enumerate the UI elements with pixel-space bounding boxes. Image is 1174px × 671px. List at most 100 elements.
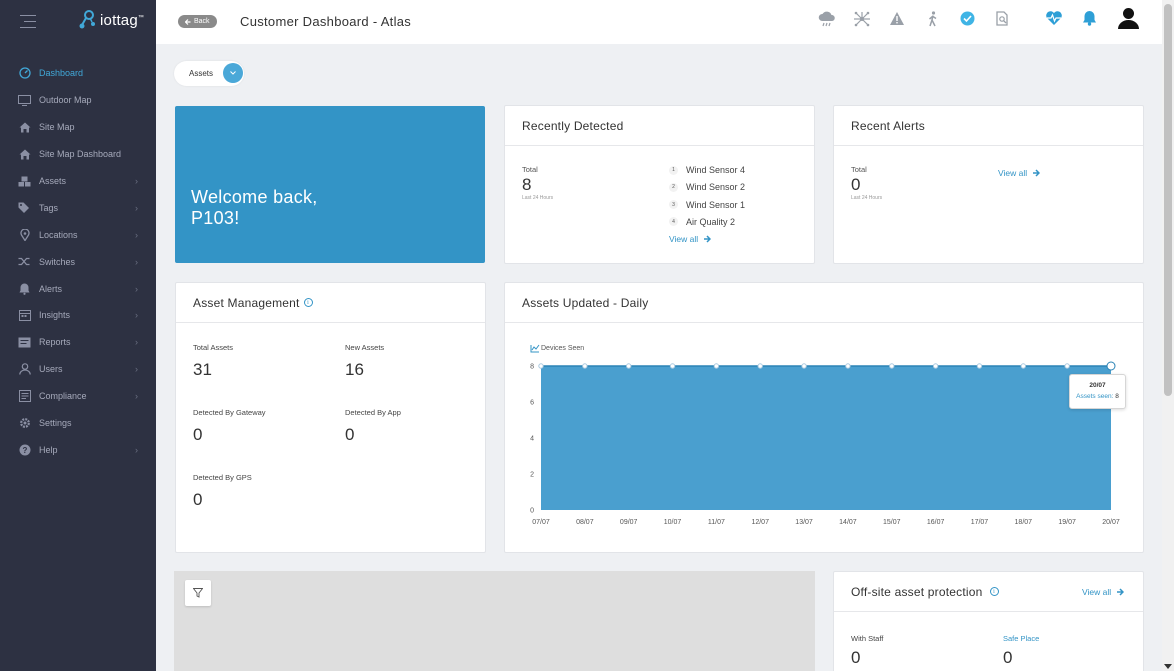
x-tick-label: 16/07: [927, 519, 945, 526]
user-avatar-icon[interactable]: [1117, 7, 1140, 29]
scrollbar-thumb[interactable]: [1164, 4, 1172, 396]
arrow-right-icon: [1033, 169, 1041, 177]
dashboard-icon: [18, 67, 31, 80]
asset-stat-total-assets: Total Assets 31: [193, 343, 233, 380]
x-tick-label: 17/07: [971, 519, 989, 526]
sidebar: iottag™ Dashboard Outdoor Map Site Map Site…: [0, 0, 156, 671]
stat-label: Detected By App: [345, 408, 401, 417]
x-tick-label: 14/07: [839, 519, 857, 526]
report-icon: [18, 336, 31, 349]
sidebar-item-reports[interactable]: Reports ›: [0, 329, 156, 356]
recent-alerts-view-all[interactable]: View all: [998, 168, 1041, 178]
sidebar-item-insights[interactable]: Insights ›: [0, 302, 156, 329]
x-tick-label: 08/07: [576, 519, 594, 526]
site-map-panel[interactable]: [174, 571, 815, 671]
detected-item-name: Wind Sensor 4: [686, 165, 746, 175]
chevron-right-icon: ›: [135, 176, 138, 186]
detected-item[interactable]: 1 Wind Sensor 4: [669, 165, 745, 175]
page-scrollbar[interactable]: [1162, 0, 1174, 671]
menu-toggle-icon[interactable]: [20, 15, 36, 33]
data-point: [1106, 361, 1116, 371]
check-circle-icon[interactable]: [960, 11, 975, 26]
stat-value: 0: [193, 425, 203, 444]
detected-item[interactable]: 2 Wind Sensor 2: [669, 182, 745, 192]
sidebar-item-dashboard[interactable]: Dashboard: [0, 60, 156, 87]
sidebar-item-users[interactable]: Users ›: [0, 356, 156, 383]
warning-icon[interactable]: [889, 11, 905, 26]
legend-label: Devices Seen: [541, 345, 584, 352]
data-point: [625, 363, 632, 369]
sidebar-item-site-map[interactable]: Site Map: [0, 114, 156, 141]
welcome-card: Welcome back, P103!: [175, 106, 485, 263]
network-icon[interactable]: [853, 11, 871, 27]
sidebar-item-settings[interactable]: Settings: [0, 410, 156, 437]
y-tick-label: 8: [530, 364, 534, 371]
asset-stat-new-assets: New Assets 16: [345, 343, 384, 380]
recent-alerts-title: Recent Alerts: [834, 106, 1143, 146]
bell-icon[interactable]: [1082, 10, 1097, 26]
asset-management-header: Asset Management i: [176, 283, 485, 323]
chevron-right-icon: ›: [135, 391, 138, 402]
sidebar-item-locations[interactable]: Locations ›: [0, 221, 156, 248]
offsite-title: Off-site asset protection: [851, 584, 983, 599]
with-staff-label: With Staff: [851, 634, 884, 643]
stat-label: Detected By GPS: [193, 473, 252, 482]
data-point: [538, 363, 544, 369]
heart-pulse-icon[interactable]: [1045, 10, 1063, 26]
safe-place-label[interactable]: Safe Place: [1003, 634, 1039, 643]
back-button[interactable]: Back: [178, 15, 217, 28]
home-icon: [18, 148, 31, 161]
chevron-right-icon: ›: [135, 444, 138, 455]
sidebar-item-label: Switches: [39, 256, 76, 267]
cloud-icon[interactable]: [818, 11, 836, 27]
chevron-right-icon: ›: [135, 202, 138, 213]
assets-updated-chart: Devices Seen 0 2 4 6 8 07/07 08/07 09/07 10/07 11/…: [530, 344, 1120, 526]
stat-value: 0: [345, 425, 355, 444]
data-point: [582, 363, 588, 369]
scroll-down-arrow[interactable]: [1164, 664, 1172, 669]
search-document-icon[interactable]: [996, 11, 1009, 26]
chevron-right-icon: ›: [135, 310, 138, 321]
sidebar-item-site-map-dashboard[interactable]: Site Map Dashboard: [0, 141, 156, 168]
sidebar-item-label: Site Map Dashboard: [39, 149, 122, 160]
chevron-right-icon: ›: [135, 229, 138, 240]
with-staff-value: 0: [851, 648, 861, 667]
document-icon: [18, 390, 31, 403]
back-label: Back: [194, 18, 210, 25]
sidebar-item-compliance[interactable]: Compliance ›: [0, 383, 156, 410]
sidebar-item-outdoor-map[interactable]: Outdoor Map: [0, 87, 156, 114]
y-tick-label: 2: [530, 472, 534, 479]
sidebar-item-switches[interactable]: Switches ›: [0, 248, 156, 275]
sidebar-item-alerts[interactable]: Alerts ›: [0, 275, 156, 302]
walking-person-icon[interactable]: [927, 11, 939, 27]
sidebar-item-tags[interactable]: Tags ›: [0, 194, 156, 221]
info-icon[interactable]: i: [989, 587, 999, 596]
tooltip-value: 8: [1115, 393, 1119, 400]
data-point: [757, 363, 763, 369]
stat-label: Total Assets: [193, 343, 234, 352]
detected-item[interactable]: 4 Air Quality 2: [669, 217, 735, 227]
period-label: Last 24 Hours: [522, 195, 554, 201]
sidebar-item-help[interactable]: ? Help ›: [0, 436, 156, 463]
bell-icon: [18, 282, 31, 295]
users-icon: [18, 363, 31, 376]
sidebar-item-assets[interactable]: Assets ›: [0, 168, 156, 195]
detected-item[interactable]: 3 Wind Sensor 1: [669, 200, 745, 210]
assets-dropdown[interactable]: Assets: [174, 61, 244, 86]
filter-button[interactable]: [185, 580, 211, 606]
y-tick-label: 6: [530, 400, 534, 407]
assets-updated-title: Assets Updated - Daily: [505, 283, 1143, 323]
total-label: Total: [522, 165, 538, 174]
welcome-message: Welcome back, P103!: [191, 187, 318, 229]
data-point: [932, 363, 939, 369]
y-tick-label: 0: [530, 508, 534, 515]
offsite-view-all[interactable]: View all: [1082, 587, 1125, 597]
arrow-right-icon: [1117, 588, 1125, 596]
view-all-label: View all: [669, 234, 699, 244]
info-icon[interactable]: i: [303, 298, 313, 307]
recently-detected-view-all[interactable]: View all: [669, 234, 712, 244]
assets-updated-card: Assets Updated - Daily Devices Seen 0 2 4 6 8…: [504, 282, 1144, 553]
logo[interactable]: iottag™: [78, 10, 144, 30]
total-value: 0: [851, 175, 861, 194]
main-content: Assets Welcome back, P103! Recently Dete…: [156, 44, 1162, 671]
